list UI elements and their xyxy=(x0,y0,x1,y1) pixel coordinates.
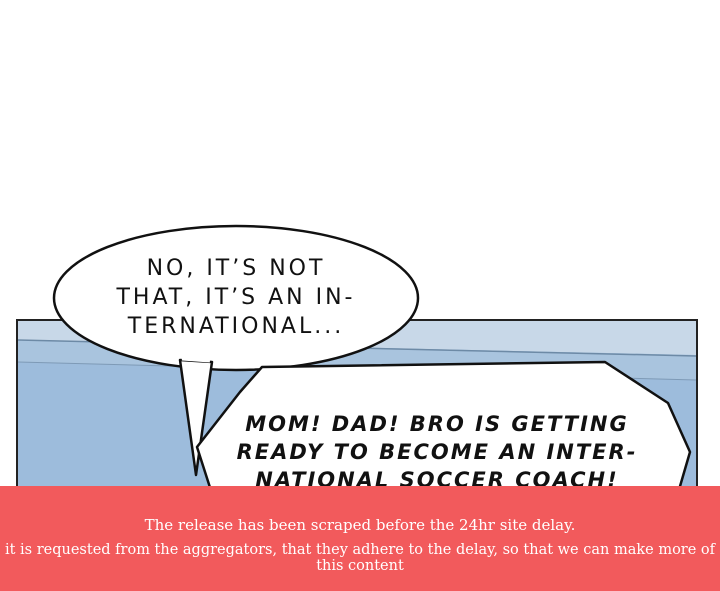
bubble-left-line: NO, IT’S NOT xyxy=(146,256,326,281)
bubble-left-line: TERNATIONAL... xyxy=(127,314,345,339)
speech-bubble-left-text: NO, IT’S NOT THAT, IT’S AN IN- TERNATION… xyxy=(108,254,364,341)
notice-banner-line: it is requested from the aggregators, th… xyxy=(4,542,716,574)
notice-banner-line: The release has been scraped before the … xyxy=(144,516,576,534)
bubble-right-line: MOM! DAD! BRO IS GETTING xyxy=(245,412,629,436)
bubble-right-line: READY TO BECOME AN INTER- xyxy=(236,440,638,464)
bubble-left-line: THAT, IT’S AN IN- xyxy=(116,285,356,310)
speech-bubble-right-text: MOM! DAD! BRO IS GETTING READY TO BECOME… xyxy=(232,410,642,494)
notice-banner: The release has been scraped before the … xyxy=(0,486,720,591)
